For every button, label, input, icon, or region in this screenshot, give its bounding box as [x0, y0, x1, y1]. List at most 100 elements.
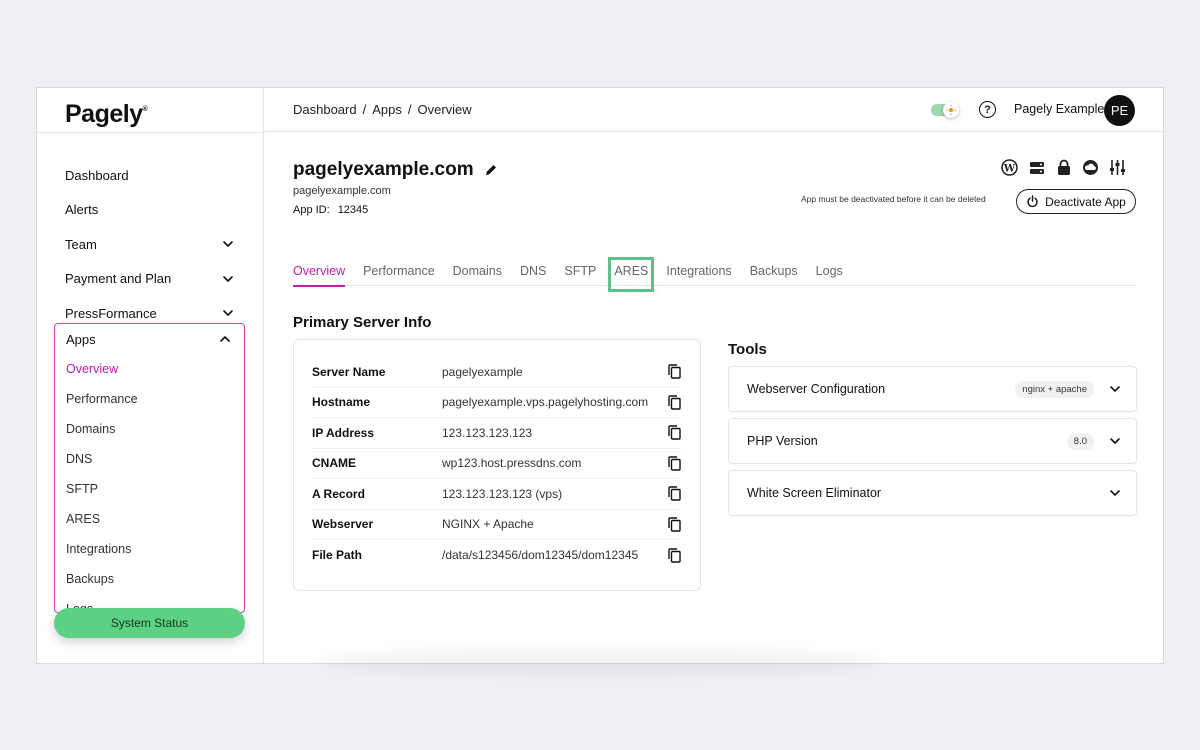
sidebar-subitem-dns[interactable]: DNS [55, 444, 244, 474]
info-value: 123.123.123.123 [442, 425, 533, 440]
power-icon [1027, 195, 1038, 208]
tab-overview[interactable]: Overview [293, 263, 346, 287]
tool-badge: nginx + apache [1015, 380, 1094, 398]
sidebar-item-team[interactable]: Team [65, 227, 235, 262]
logo-mark: ® [142, 106, 148, 113]
server-info-row: CNAME wp123.host.pressdns.com [312, 449, 682, 479]
deactivate-app-button[interactable]: Deactivate App [1016, 189, 1136, 214]
sidebar-subitem-sftp[interactable]: SFTP [55, 474, 244, 504]
tab-backups[interactable]: Backups [750, 263, 798, 286]
sidebar-divider [37, 132, 264, 133]
tab-performance[interactable]: Performance [363, 263, 435, 286]
sidebar-apps-section: Apps Overview Performance Domains DNS SFTP AR… [54, 323, 245, 613]
user-name[interactable]: Pagely Example [1014, 102, 1104, 116]
breadcrumb-separator: / [407, 102, 412, 117]
sidebar-nav: Dashboard Alerts Team Payment and Plan Press… [65, 158, 235, 331]
info-value: pagelyexample [442, 364, 523, 379]
tool-webserver-configuration[interactable]: Webserver Configuration nginx + apache [728, 366, 1137, 412]
lock-icon[interactable] [1055, 159, 1072, 176]
deactivate-app-label: Deactivate App [1045, 194, 1126, 209]
sidebar-item-dashboard[interactable]: Dashboard [65, 158, 235, 193]
info-label: File Path [312, 548, 363, 563]
app-title-text: pagelyexample.com [293, 159, 474, 180]
main-content: pagelyexample.com pagelyexample.com App … [265, 133, 1163, 663]
app-id: App ID: 12345 [293, 204, 368, 216]
sidebar-subitem-integrations[interactable]: Integrations [55, 534, 244, 564]
wordpress-icon[interactable]: W [1001, 159, 1018, 176]
svg-text:W: W [1003, 164, 1016, 175]
top-bar: Dashboard / Apps / Overview ? Pagely Example… [265, 88, 1163, 132]
tool-label: PHP Version [747, 434, 818, 448]
sidebar-subitem-performance[interactable]: Performance [55, 384, 244, 414]
copy-icon[interactable] [667, 486, 682, 501]
apps-submenu: Overview Performance Domains DNS SFTP ARES Int… [55, 354, 244, 612]
tool-php-version[interactable]: PHP Version 8.0 [728, 418, 1137, 464]
sidebar-item-label: PressFormance [65, 305, 157, 321]
server-info-row: IP Address 123.123.123.123 [312, 418, 682, 449]
breadcrumb: Dashboard / Apps / Overview [293, 102, 478, 117]
avatar[interactable]: PE [1104, 95, 1135, 126]
info-label: Hostname [312, 395, 371, 410]
chevron-down-icon [1110, 438, 1120, 444]
sidebar-subitem-domains[interactable]: Domains [55, 414, 244, 444]
help-icon[interactable]: ? [979, 101, 996, 118]
tool-white-screen-eliminator[interactable]: White Screen Eliminator [728, 470, 1137, 516]
chevron-up-icon [220, 336, 230, 342]
sun-icon [946, 105, 956, 115]
tab-domains[interactable]: Domains [453, 263, 502, 286]
tab-ares[interactable]: ARES [608, 257, 655, 292]
theme-toggle[interactable] [931, 102, 959, 118]
app-tool-icons: W [1001, 159, 1126, 176]
sidebar-item-label: Dashboard [65, 167, 129, 183]
sidebar-item-label: Alerts [65, 202, 99, 218]
chevron-down-icon [223, 275, 233, 282]
sidebar-item-apps[interactable]: Apps [55, 324, 244, 354]
tool-label: Webserver Configuration [747, 382, 886, 396]
copy-icon[interactable] [667, 395, 682, 410]
copy-icon[interactable] [667, 517, 682, 532]
server-info-row: Hostname pagelyexample.vps.pagelyhosting.… [312, 388, 682, 418]
breadcrumb-dashboard[interactable]: Dashboard [293, 102, 357, 117]
server-info-card: Server Name pagelyexample Hostname pagelyex… [293, 339, 701, 591]
app-domain: pagelyexample.com [293, 185, 391, 197]
tab-logs[interactable]: Logs [816, 263, 843, 286]
tools-title: Tools [728, 341, 767, 358]
pagely-logo[interactable]: Pagely® [65, 94, 148, 134]
app-tabs: Overview Performance Domains DNS SFTP ARES Int… [293, 257, 1136, 292]
tab-dns[interactable]: DNS [520, 263, 546, 286]
tab-sftp[interactable]: SFTP [564, 263, 596, 286]
deactivate-note: App must be deactivated before it can be… [801, 194, 986, 204]
chevron-down-icon [223, 241, 233, 248]
tab-integrations[interactable]: Integrations [666, 263, 731, 286]
cloud-icon[interactable] [1082, 159, 1099, 176]
sidebar-item-payment-and-plan[interactable]: Payment and Plan [65, 262, 235, 297]
info-label: A Record [312, 486, 365, 501]
sliders-icon[interactable] [1109, 159, 1126, 176]
info-label: CNAME [312, 456, 356, 471]
server-icon[interactable] [1028, 159, 1045, 176]
info-label: Webserver [312, 517, 374, 532]
tools-list: Webserver Configuration nginx + apache PHP… [728, 366, 1137, 522]
sidebar-subitem-overview[interactable]: Overview [55, 354, 244, 384]
tool-badge: 8.0 [1066, 432, 1094, 450]
bottom-shadow [320, 650, 880, 674]
sidebar-subitem-backups[interactable]: Backups [55, 564, 244, 594]
chevron-down-icon [223, 310, 233, 317]
server-info-title: Primary Server Info [293, 314, 432, 331]
info-label: IP Address [312, 425, 375, 440]
info-label: Server Name [312, 364, 386, 379]
info-value: /data/s123456/dom12345/dom12345 [442, 548, 639, 563]
chevron-down-icon [1110, 490, 1120, 496]
sidebar-subitem-ares[interactable]: ARES [55, 504, 244, 534]
breadcrumb-apps[interactable]: Apps [372, 102, 402, 117]
copy-icon[interactable] [667, 456, 682, 471]
sidebar-item-label: Payment and Plan [65, 271, 172, 287]
info-value: NGINX + Apache [442, 517, 534, 532]
copy-icon[interactable] [667, 364, 682, 379]
copy-icon[interactable] [667, 425, 682, 440]
sidebar-item-label: Apps [66, 331, 96, 347]
system-status-button[interactable]: System Status [54, 608, 245, 638]
copy-icon[interactable] [667, 548, 682, 563]
sidebar-item-alerts[interactable]: Alerts [65, 193, 235, 228]
pencil-icon[interactable] [484, 163, 498, 177]
